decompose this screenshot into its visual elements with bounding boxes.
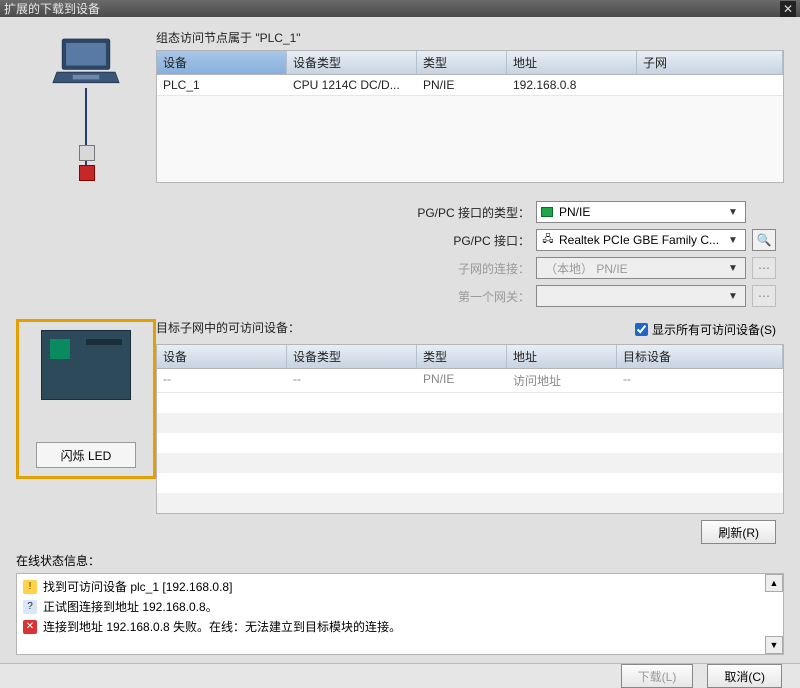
chevron-down-icon: ▼ — [725, 207, 741, 218]
table-row[interactable]: -- -- PN/IE 访问地址 -- — [157, 369, 783, 393]
status-lines: ! 找到可访问设备 plc_1 [192.168.0.8] ? 正试图连接到地址… — [17, 574, 783, 639]
search-icon: 🔍 — [757, 233, 772, 247]
gw-settings-button: ⋯ — [752, 285, 776, 307]
col-target[interactable]: 目标设备 — [617, 345, 783, 368]
pgpc-type-label: PG/PC 接口的类型： — [390, 204, 530, 221]
status-area: 在线状态信息： ! 找到可访问设备 plc_1 [192.168.0.8] ? … — [16, 552, 784, 655]
dialog-title: 扩展的下载到设备 — [4, 0, 100, 17]
first-gw-select: ▼ — [536, 285, 746, 307]
col-address[interactable]: 地址 — [507, 51, 637, 74]
laptop-column — [16, 29, 156, 179]
cell-address: 192.168.0.8 — [507, 75, 637, 95]
top-area: 组态访问节点属于 "PLC_1" 设备 设备类型 类型 地址 子网 PLC_1 … — [16, 29, 784, 179]
laptop-icon — [41, 35, 131, 88]
download-button[interactable]: 下载(L) — [621, 664, 694, 688]
col-type[interactable]: 类型 — [417, 345, 507, 368]
show-all-input[interactable] — [635, 323, 648, 336]
titlebar: 扩展的下载到设备 ✕ — [0, 0, 800, 17]
status-label: 在线状态信息： — [16, 552, 784, 569]
status-box: ! 找到可访问设备 plc_1 [192.168.0.8] ? 正试图连接到地址… — [16, 573, 784, 655]
dialog-content: 组态访问节点属于 "PLC_1" 设备 设备类型 类型 地址 子网 PLC_1 … — [0, 17, 800, 663]
cell-device: PLC_1 — [157, 75, 287, 95]
pgpc-iface-row: PG/PC 接口： 🖧 Realtek PCIe GBE Family C...… — [390, 229, 776, 251]
target-subnet-label: 目标子网中的可访问设备： — [156, 319, 300, 336]
subnet-conn-value: （本地） PN/IE — [541, 260, 725, 277]
pgpc-iface-value: Realtek PCIe GBE Family C... — [555, 233, 725, 247]
status-line: ! 找到可访问设备 plc_1 [192.168.0.8] — [23, 578, 777, 595]
config-table: 设备 设备类型 类型 地址 子网 PLC_1 CPU 1214C DC/D...… — [156, 50, 784, 183]
flash-led-button[interactable]: 闪烁 LED — [36, 442, 136, 468]
connection-line-icon — [85, 88, 87, 179]
first-gw-row: 第一个网关： ▼ ⋯ — [390, 285, 776, 307]
cell-device: -- — [157, 369, 287, 392]
config-table-blank — [157, 96, 783, 182]
show-all-checkbox[interactable]: 显示所有可访问设备(S) — [635, 321, 776, 338]
target-table-blank — [157, 393, 783, 513]
cell-device-type: -- — [287, 369, 417, 392]
pgpc-iface-select[interactable]: 🖧 Realtek PCIe GBE Family C... ▼ — [536, 229, 746, 251]
col-device[interactable]: 设备 — [157, 345, 287, 368]
download-dialog: 扩展的下载到设备 ✕ 组态访问节点属于 "PLC_1" 设备 设备类型 — [0, 0, 800, 670]
subnet-conn-label: 子网的连接： — [390, 260, 530, 277]
col-type[interactable]: 类型 — [417, 51, 507, 74]
close-icon[interactable]: ✕ — [780, 1, 796, 17]
iface-settings-button[interactable]: 🔍 — [752, 229, 776, 251]
target-device-panel: 闪烁 LED — [16, 319, 156, 479]
col-device-type[interactable]: 设备类型 — [287, 345, 417, 368]
error-icon: ✕ — [23, 620, 37, 634]
nic-icon: 🖧 — [541, 233, 555, 247]
scroll-up-button[interactable]: ▲ — [765, 574, 783, 592]
first-gw-label: 第一个网关： — [390, 288, 530, 305]
col-device-type[interactable]: 设备类型 — [287, 51, 417, 74]
status-text: 连接到地址 192.168.0.8 失败。在线：无法建立到目标模块的连接。 — [43, 618, 401, 635]
pgpc-iface-label: PG/PC 接口： — [390, 232, 530, 249]
refresh-row: 刷新(R) — [16, 514, 784, 544]
col-subnet[interactable]: 子网 — [637, 51, 783, 74]
chevron-down-icon: ▼ — [725, 235, 741, 246]
status-line: ? 正试图连接到地址 192.168.0.8。 — [23, 598, 777, 615]
config-nodes-label: 组态访问节点属于 "PLC_1" — [156, 29, 784, 46]
table-row[interactable]: PLC_1 CPU 1214C DC/D... PN/IE 192.168.0.… — [157, 75, 783, 96]
config-table-header: 设备 设备类型 类型 地址 子网 — [157, 51, 783, 75]
cell-device-type: CPU 1214C DC/D... — [287, 75, 417, 95]
show-all-label: 显示所有可访问设备(S) — [652, 321, 776, 338]
pgpc-type-row: PG/PC 接口的类型： PN/IE ▼ — [390, 201, 776, 223]
dialog-footer: 下载(L) 取消(C) — [0, 663, 800, 688]
cell-target: -- — [617, 369, 783, 392]
target-table: 设备 设备类型 类型 地址 目标设备 -- -- PN/IE 访问地址 -- — [156, 344, 784, 514]
target-column: 目标子网中的可访问设备： 显示所有可访问设备(S) 设备 设备类型 类型 地址 … — [156, 319, 784, 514]
col-address[interactable]: 地址 — [507, 345, 617, 368]
cell-type: PN/IE — [417, 369, 507, 392]
subnet-conn-row: 子网的连接： （本地） PN/IE ▼ ⋯ — [390, 257, 776, 279]
target-table-header: 设备 设备类型 类型 地址 目标设备 — [157, 345, 783, 369]
status-text: 找到可访问设备 plc_1 [192.168.0.8] — [43, 578, 232, 595]
info-icon: ? — [23, 600, 37, 614]
cancel-button[interactable]: 取消(C) — [707, 664, 782, 688]
cell-type: PN/IE — [417, 75, 507, 95]
refresh-button[interactable]: 刷新(R) — [701, 520, 776, 544]
mid-area: 闪烁 LED 目标子网中的可访问设备： 显示所有可访问设备(S) 设备 设备类型… — [16, 319, 784, 514]
plc-icon — [41, 330, 131, 400]
chevron-down-icon: ▼ — [725, 263, 741, 274]
scroll-down-button[interactable]: ▼ — [765, 636, 783, 654]
pnie-icon — [541, 205, 555, 219]
status-text: 正试图连接到地址 192.168.0.8。 — [43, 598, 218, 615]
target-header: 目标子网中的可访问设备： 显示所有可访问设备(S) — [156, 319, 784, 340]
cell-address: 访问地址 — [507, 369, 617, 392]
cell-subnet — [637, 75, 783, 95]
pgpc-type-select[interactable]: PN/IE ▼ — [536, 201, 746, 223]
subnet-settings-button: ⋯ — [752, 257, 776, 279]
connection-settings: PG/PC 接口的类型： PN/IE ▼ PG/PC 接口： 🖧 Realtek… — [16, 201, 784, 307]
subnet-conn-select: （本地） PN/IE ▼ — [536, 257, 746, 279]
pgpc-type-value: PN/IE — [555, 205, 725, 219]
status-line: ✕ 连接到地址 192.168.0.8 失败。在线：无法建立到目标模块的连接。 — [23, 618, 777, 635]
col-device[interactable]: 设备 — [157, 51, 287, 74]
chevron-down-icon: ▼ — [725, 291, 741, 302]
status-scrollbar: ▲ ▼ — [765, 574, 783, 654]
config-column: 组态访问节点属于 "PLC_1" 设备 设备类型 类型 地址 子网 PLC_1 … — [156, 29, 784, 179]
warning-icon: ! — [23, 580, 37, 594]
